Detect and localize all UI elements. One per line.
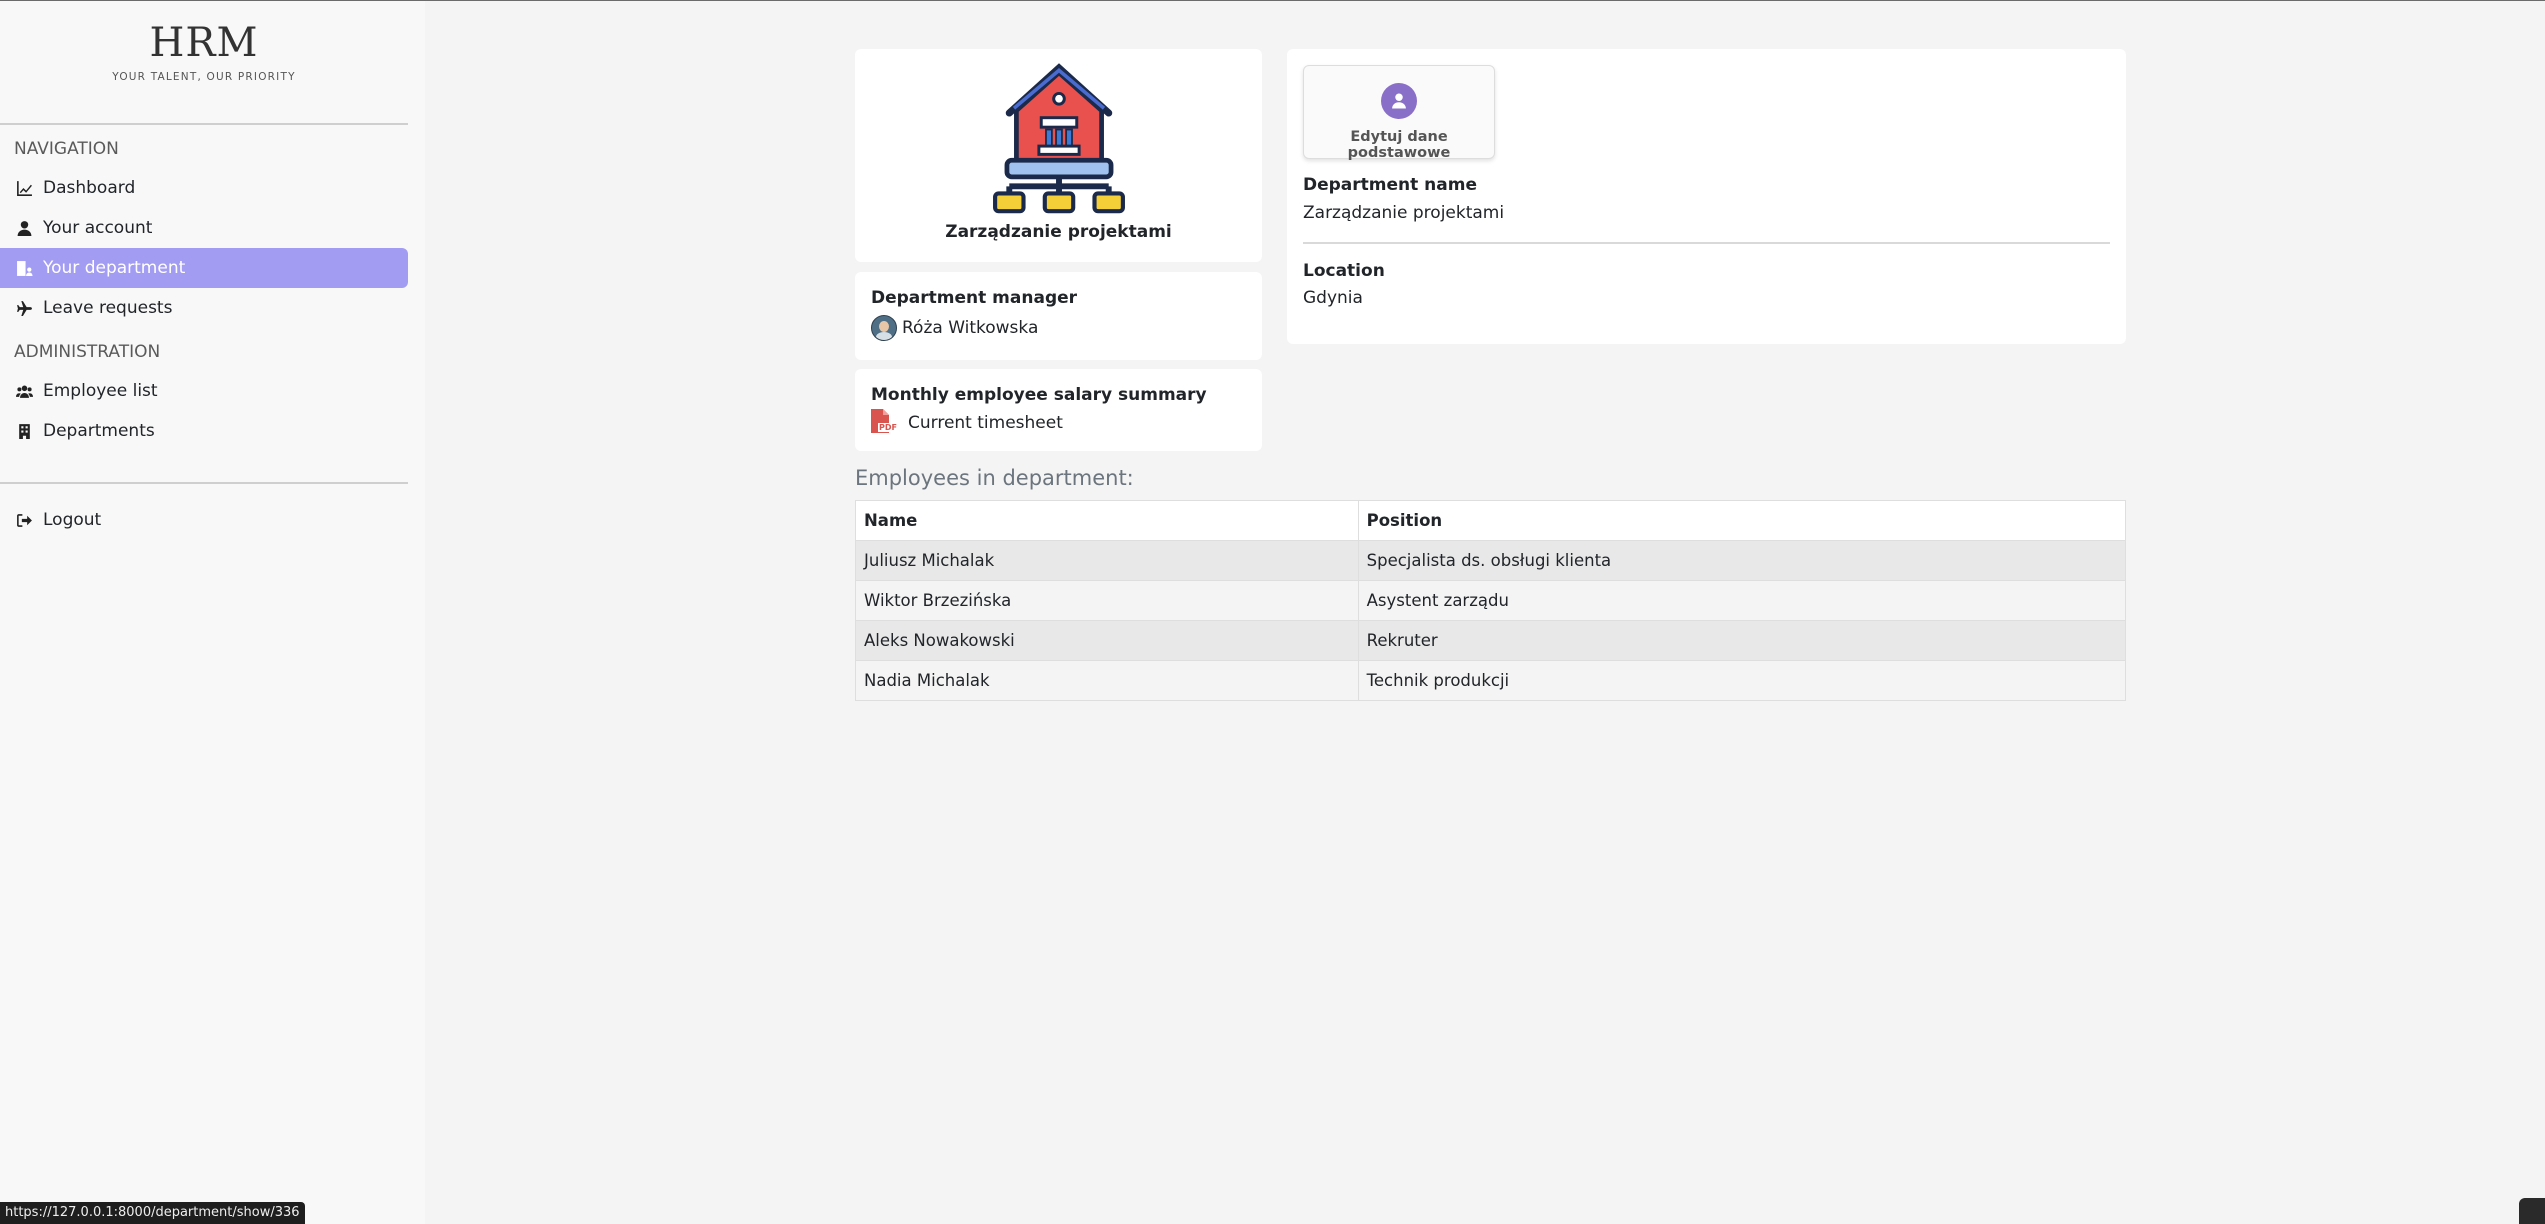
nav-section-heading: NAVIGATION <box>14 139 119 159</box>
employees-table: Name Position Juliusz Michalak Specjalis… <box>855 500 2127 701</box>
sidebar-item-dashboard[interactable]: Dashboard <box>0 168 408 208</box>
table-row[interactable]: Nadia Michalak Technik produkcji <box>855 660 2127 701</box>
column-header-name: Name <box>855 500 1359 541</box>
department-name-caption: Zarządzanie projektami <box>945 222 1172 242</box>
sidebar-item-employee-list[interactable]: Employee list <box>0 371 408 411</box>
department-details-card: Edytuj dane podstawowe Department name Z… <box>1287 49 2126 344</box>
building-icon <box>19 423 30 439</box>
sidebar-item-label: Employee list <box>43 381 158 401</box>
salary-summary-label: Monthly employee salary summary <box>871 385 1207 405</box>
manager-name[interactable]: Róża Witkowska <box>902 318 1038 338</box>
sidebar-item-label: Your department <box>43 258 186 278</box>
avatar <box>871 315 897 341</box>
sidebar-divider <box>0 482 408 484</box>
table-header-row: Name Position <box>855 500 2127 541</box>
sidebar-item-departments[interactable]: Departments <box>0 411 408 451</box>
sidebar-item-label: Leave requests <box>43 298 173 318</box>
logout-icon <box>17 513 32 527</box>
employee-position-cell: Asystent zarządu <box>1357 580 2127 621</box>
employee-name-cell: Wiktor Brzezińska <box>855 580 1359 621</box>
department-manager-card: Department manager Róża Witkowska <box>855 272 1262 360</box>
pdf-file-icon: PDF <box>871 409 898 437</box>
employee-name-cell: Aleks Nowakowski <box>855 620 1359 661</box>
admin-section-heading: ADMINISTRATION <box>14 342 161 362</box>
department-hierarchy-icon <box>993 63 1125 214</box>
employee-position-cell: Rekruter <box>1357 620 2127 661</box>
sidebar-divider <box>0 123 408 125</box>
logout-label: Logout <box>43 510 102 530</box>
brand-title: HRM <box>149 20 259 66</box>
employee-name-cell: Nadia Michalak <box>855 660 1359 701</box>
edit-button-label: Edytuj dane podstawowe <box>1347 129 1451 161</box>
details-divider <box>1303 242 2110 244</box>
timesheet-link-label: Current timesheet <box>908 413 1063 433</box>
location-label: Location <box>1303 261 1385 281</box>
timesheet-link[interactable]: PDF Current timesheet <box>871 409 1246 437</box>
table-row[interactable]: Wiktor Brzezińska Asystent zarządu <box>855 580 2127 621</box>
sidebar-item-label: Your account <box>43 218 153 238</box>
table-row[interactable]: Juliusz Michalak Specjalista ds. obsługi… <box>855 540 2127 581</box>
extension-corner-icon <box>2519 1198 2545 1224</box>
department-name-value: Zarządzanie projektami <box>1303 203 1505 223</box>
column-header-position: Position <box>1357 500 2127 541</box>
user-circle-icon <box>1381 83 1417 119</box>
salary-summary-card: Monthly employee salary summary PDF Curr… <box>855 369 1262 451</box>
department-image-card: Zarządzanie projektami <box>855 49 1262 262</box>
edit-basic-data-button[interactable]: Edytuj dane podstawowe <box>1303 65 1495 161</box>
user-icon <box>17 220 32 236</box>
status-bar-url: https://127.0.0.1:8000/department/show/3… <box>0 1202 305 1224</box>
manager-label: Department manager <box>871 288 1078 308</box>
location-value: Gdynia <box>1303 288 1363 308</box>
logout-button[interactable]: Logout <box>0 500 408 540</box>
employee-position-cell: Technik produkcji <box>1357 660 2127 701</box>
department-name-label: Department name <box>1303 175 1478 195</box>
chart-line-icon <box>17 180 32 196</box>
employee-position-cell: Specjalista ds. obsługi klienta <box>1357 540 2127 581</box>
sidebar-item-your-account[interactable]: Your account <box>0 208 408 248</box>
brand-tagline: YOUR TALENT, OUR PRIORITY <box>112 71 296 83</box>
users-icon <box>16 385 33 398</box>
plane-icon <box>17 300 32 316</box>
sidebar-item-your-department[interactable]: Your department <box>0 248 408 288</box>
employee-name-cell: Juliusz Michalak <box>855 540 1359 581</box>
employees-heading: Employees in department: <box>855 466 1134 490</box>
table-row[interactable]: Aleks Nowakowski Rekruter <box>855 620 2127 661</box>
building-user-icon <box>17 260 33 276</box>
sidebar: HRM YOUR TALENT, OUR PRIORITY NAVIGATION… <box>0 1 425 1224</box>
sidebar-item-label: Dashboard <box>43 178 136 198</box>
sidebar-item-leave-requests[interactable]: Leave requests <box>0 288 408 328</box>
brand: HRM YOUR TALENT, OUR PRIORITY <box>0 19 408 83</box>
sidebar-item-label: Departments <box>43 421 155 441</box>
